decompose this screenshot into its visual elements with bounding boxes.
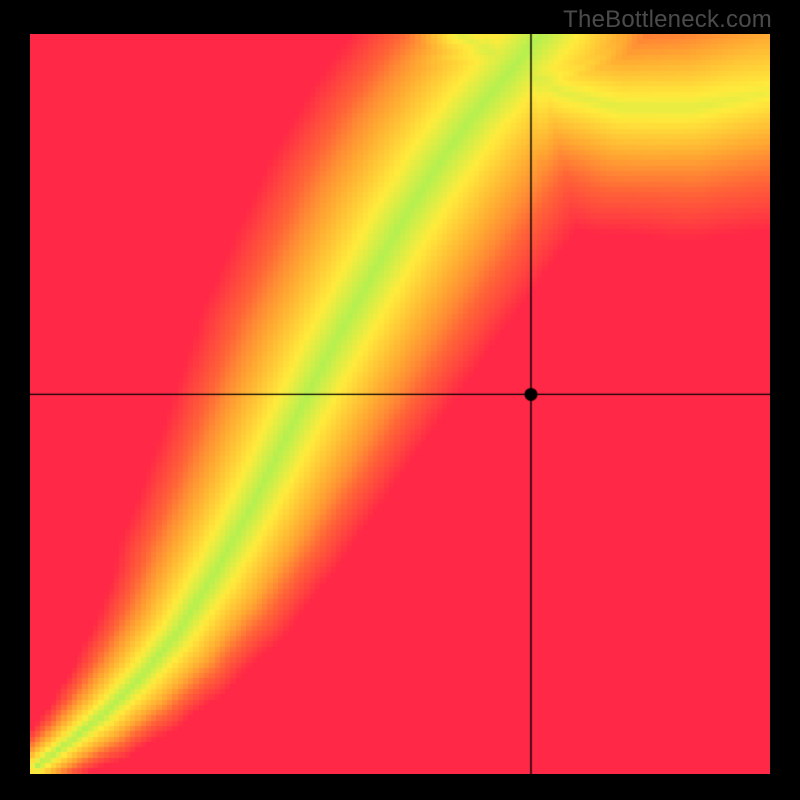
watermark-text: TheBottleneck.com (563, 6, 772, 34)
heatmap-canvas (30, 34, 770, 774)
chart-frame: TheBottleneck.com (0, 0, 800, 800)
heatmap-plot (30, 34, 770, 774)
